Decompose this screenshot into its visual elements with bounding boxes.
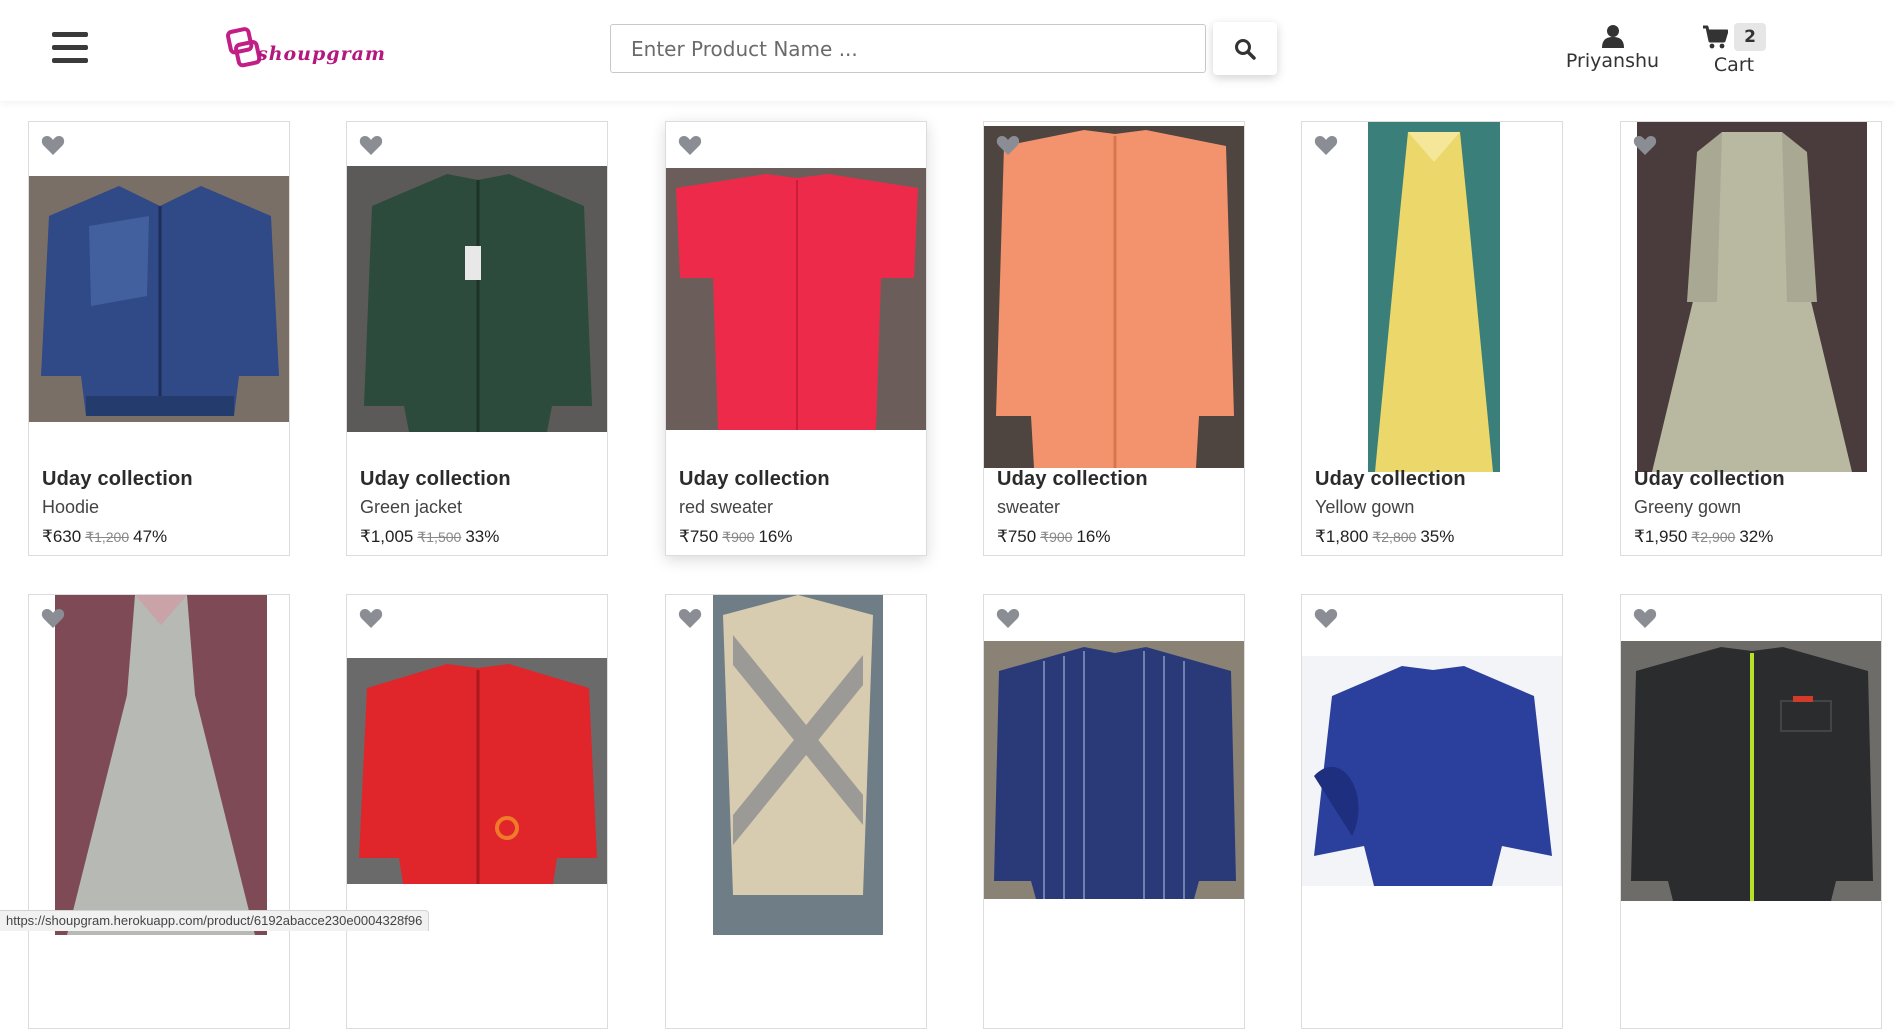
product-name: Hoodie <box>42 497 100 517</box>
search-button[interactable] <box>1213 22 1277 75</box>
heart-icon[interactable] <box>678 607 702 629</box>
product-brand: Uday collection <box>1315 468 1466 490</box>
product-card[interactable]: Uday collection sweater ₹750 ₹900 16% <box>983 121 1245 556</box>
product-card[interactable]: Uday collection red sweater ₹750 ₹900 16% <box>665 121 927 556</box>
heart-icon[interactable] <box>359 134 383 156</box>
heart-icon[interactable] <box>1314 607 1338 629</box>
product-discount: 16% <box>758 527 793 546</box>
product-image[interactable] <box>347 166 607 432</box>
product-old-price: ₹1,500 <box>417 529 462 545</box>
product-name: sweater <box>997 497 1061 517</box>
product-image[interactable] <box>1368 122 1500 472</box>
product-image[interactable] <box>713 595 883 935</box>
product-image[interactable] <box>666 168 926 430</box>
menu-hamburger-icon[interactable] <box>52 32 88 64</box>
product-image[interactable] <box>1302 656 1562 886</box>
product-old-price: ₹2,800 <box>1372 529 1417 545</box>
site-logo[interactable]: shoupgram <box>226 20 386 76</box>
product-card[interactable] <box>1620 594 1882 1029</box>
heart-icon[interactable] <box>359 607 383 629</box>
product-brand: Uday collection <box>997 468 1148 490</box>
product-card[interactable] <box>346 594 608 1029</box>
product-card[interactable] <box>28 594 290 1029</box>
product-card[interactable]: Uday collection Yellow gown ₹1,800 ₹2,800… <box>1301 121 1563 556</box>
product-old-price: ₹900 <box>722 529 755 545</box>
cart-link[interactable]: 2 Cart <box>1684 22 1784 76</box>
product-image[interactable] <box>347 658 607 884</box>
product-image[interactable] <box>984 126 1244 468</box>
product-image[interactable] <box>984 641 1244 899</box>
product-price: ₹1,800 <box>1315 527 1369 546</box>
product-name: red sweater <box>679 497 774 517</box>
product-card[interactable]: Uday collection Green jacket ₹1,005 ₹1,50… <box>346 121 608 556</box>
product-discount: 33% <box>465 527 500 546</box>
product-discount: 16% <box>1076 527 1111 546</box>
heart-icon[interactable] <box>41 134 65 156</box>
heart-icon[interactable] <box>41 607 65 629</box>
product-price: ₹1,950 <box>1634 527 1688 546</box>
product-discount: 47% <box>133 527 168 546</box>
product-card[interactable] <box>1301 594 1563 1029</box>
product-image[interactable] <box>1621 641 1881 901</box>
product-brand: Uday collection <box>42 468 193 490</box>
product-brand: Uday collection <box>360 468 511 490</box>
product-price: ₹630 <box>42 527 82 546</box>
product-price: ₹750 <box>679 527 719 546</box>
heart-icon[interactable] <box>996 607 1020 629</box>
product-old-price: ₹2,900 <box>1691 529 1736 545</box>
cart-icon <box>1703 25 1729 49</box>
product-grid: Uday collection Hoodie ₹630 ₹1,200 47% Uda… <box>0 101 1895 1029</box>
heart-icon[interactable] <box>1633 134 1657 156</box>
cart-label: Cart <box>1713 54 1755 76</box>
product-image[interactable] <box>1637 122 1867 472</box>
product-price: ₹750 <box>997 527 1037 546</box>
product-card[interactable] <box>983 594 1245 1029</box>
heart-icon[interactable] <box>678 134 702 156</box>
heart-icon[interactable] <box>1314 134 1338 156</box>
user-name: Priyanshu <box>1565 50 1660 72</box>
product-old-price: ₹1,200 <box>85 529 130 545</box>
user-icon <box>1601 25 1624 48</box>
product-card[interactable] <box>665 594 927 1029</box>
product-image[interactable] <box>55 595 267 935</box>
product-old-price: ₹900 <box>1040 529 1073 545</box>
product-image[interactable] <box>29 176 289 422</box>
heart-icon[interactable] <box>1633 607 1657 629</box>
product-card[interactable]: Uday collection Greeny gown ₹1,950 ₹2,900… <box>1620 121 1882 556</box>
product-brand: Uday collection <box>1634 468 1785 490</box>
product-brand: Uday collection <box>679 468 830 490</box>
heart-icon[interactable] <box>996 134 1020 156</box>
product-discount: 32% <box>1739 527 1774 546</box>
search-input[interactable] <box>610 24 1206 73</box>
product-card[interactable]: Uday collection Hoodie ₹630 ₹1,200 47% <box>28 121 290 556</box>
search-icon <box>1235 38 1256 60</box>
top-navbar: shoupgram Priyanshu 2 Cart <box>0 0 1895 101</box>
user-account-link[interactable]: Priyanshu <box>1560 24 1665 72</box>
status-bar-url: https://shoupgram.herokuapp.com/product/… <box>0 910 430 931</box>
product-name: Green jacket <box>360 497 463 517</box>
product-name: Yellow gown <box>1315 497 1415 517</box>
product-name: Greeny gown <box>1634 497 1742 517</box>
logo-text: shoupgram <box>257 43 386 65</box>
cart-count-badge: 2 <box>1734 23 1766 51</box>
product-discount: 35% <box>1420 527 1455 546</box>
product-price: ₹1,005 <box>360 527 414 546</box>
